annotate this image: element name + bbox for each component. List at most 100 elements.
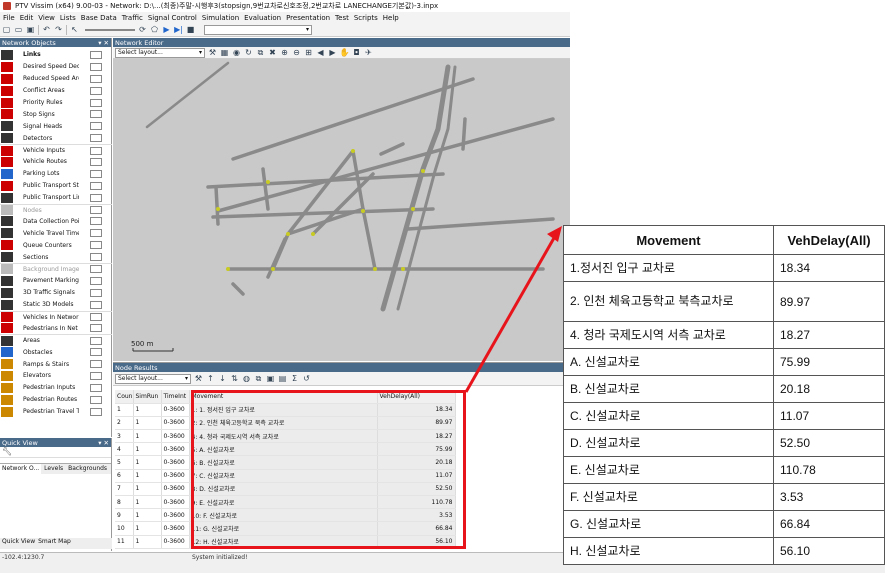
step-icon[interactable]: ▶|: [174, 25, 183, 34]
style-swatch[interactable]: [90, 336, 102, 345]
style-swatch[interactable]: [90, 360, 102, 369]
camera-icon[interactable]: ◘: [352, 48, 361, 57]
style-swatch[interactable]: [90, 206, 102, 215]
network-object-public-transport-lin[interactable]: Public Transport Lin: [0, 192, 112, 204]
menu-item-scripts[interactable]: Scripts: [354, 14, 378, 22]
sync-icon[interactable]: ↺: [302, 374, 311, 383]
layout-select[interactable]: Select layout... ▾: [115, 373, 191, 384]
style-swatch[interactable]: [90, 181, 102, 190]
airplane-icon[interactable]: ✈: [364, 48, 373, 57]
grid-icon[interactable]: ▦: [220, 48, 229, 57]
style-swatch[interactable]: [90, 371, 102, 380]
network-object-parking-lots[interactable]: Parking Lots: [0, 168, 112, 180]
network-object-pedestrian-travel-ti[interactable]: Pedestrian Travel Ti: [0, 406, 112, 418]
style-swatch[interactable]: [90, 193, 102, 202]
style-swatch[interactable]: [90, 253, 102, 262]
network-object-nodes[interactable]: Nodes: [0, 203, 112, 216]
network-object-3d-traffic-signals[interactable]: 3D Traffic Signals: [0, 287, 112, 299]
network-canvas[interactable]: 500 m: [113, 59, 570, 361]
menu-item-lists[interactable]: Lists: [60, 14, 76, 22]
network-object-signal-heads[interactable]: Signal Heads: [0, 120, 112, 132]
select-icon[interactable]: ↖: [70, 25, 79, 34]
delete-icon[interactable]: ✖: [268, 48, 277, 57]
menu-item-test[interactable]: Test: [335, 14, 349, 22]
style-swatch[interactable]: [90, 265, 102, 274]
network-object-pedestrian-inputs[interactable]: Pedestrian Inputs: [0, 382, 112, 394]
menu-item-help[interactable]: Help: [383, 14, 399, 22]
sort-descending-icon[interactable]: ↓: [218, 374, 227, 383]
network-object-elevators[interactable]: Elevators: [0, 370, 112, 382]
network-object-vehicle-travel-time[interactable]: Vehicle Travel Time: [0, 227, 112, 239]
network-object-background-image[interactable]: Background Image: [0, 263, 112, 275]
network-object-public-transport-st[interactable]: Public Transport St: [0, 180, 112, 192]
sort-ascending-icon[interactable]: ↑: [206, 374, 215, 383]
zoom-in-icon[interactable]: ⊕: [280, 48, 289, 57]
wrench-icon[interactable]: 🔧︎: [2, 447, 12, 456]
style-swatch[interactable]: [90, 169, 102, 178]
forward-icon[interactable]: ▶: [328, 48, 337, 57]
save-icon[interactable]: ▣: [266, 374, 275, 383]
style-swatch[interactable]: [90, 313, 102, 322]
network-object-areas[interactable]: Areas: [0, 334, 112, 346]
style-swatch[interactable]: [90, 324, 102, 333]
style-swatch[interactable]: [90, 395, 102, 404]
network-object-sections[interactable]: Sections: [0, 251, 112, 263]
menu-item-edit[interactable]: Edit: [20, 14, 34, 22]
style-swatch[interactable]: [90, 217, 102, 226]
database-icon[interactable]: ◍: [242, 374, 251, 383]
open-file-icon[interactable]: ▭: [14, 25, 23, 34]
network-object-vehicles-in-networ[interactable]: Vehicles In Networ: [0, 310, 112, 323]
style-swatch[interactable]: [90, 383, 102, 392]
play-icon[interactable]: ▶: [162, 25, 171, 34]
style-swatch[interactable]: [90, 288, 102, 297]
network-object-conflict-areas[interactable]: Conflict Areas: [0, 85, 112, 97]
network-object-vehicle-routes[interactable]: Vehicle Routes: [0, 156, 112, 168]
network-object-pavement-markings[interactable]: Pavement Markings: [0, 275, 112, 287]
menu-item-file[interactable]: File: [3, 14, 15, 22]
stop-icon[interactable]: ■: [186, 25, 195, 34]
export-icon[interactable]: ▤: [278, 374, 287, 383]
menu-item-presentation[interactable]: Presentation: [286, 14, 330, 22]
back-icon[interactable]: ◀: [316, 48, 325, 57]
network-object-pedestrian-routes[interactable]: Pedestrian Routes: [0, 394, 112, 406]
zoom-all-icon[interactable]: ⊞: [304, 48, 313, 57]
network-object-priority-rules[interactable]: Priority Rules: [0, 97, 112, 109]
3d-view-icon[interactable]: ⬠: [150, 25, 159, 34]
copy-icon[interactable]: ⧉: [254, 374, 263, 383]
refresh-icon[interactable]: ↻: [244, 48, 253, 57]
menu-item-traffic[interactable]: Traffic: [122, 14, 143, 22]
style-swatch[interactable]: [90, 300, 102, 309]
menu-item-simulation[interactable]: Simulation: [202, 14, 239, 22]
network-object-detectors[interactable]: Detectors: [0, 132, 112, 144]
rotate-icon[interactable]: ⟳: [138, 25, 147, 34]
sum-icon[interactable]: Σ: [290, 374, 299, 383]
network-object-pedestrians-in-net[interactable]: Pedestrians In Net: [0, 322, 112, 334]
layout-select[interactable]: Select layout... ▾: [115, 47, 205, 58]
network-object-vehicle-inputs[interactable]: Vehicle Inputs: [0, 144, 112, 156]
style-swatch[interactable]: [90, 110, 102, 119]
menu-item-view[interactable]: View: [38, 14, 55, 22]
network-object-links[interactable]: Links: [0, 49, 112, 61]
column-header[interactable]: TimeInt: [161, 390, 190, 404]
zoom-slider[interactable]: [85, 28, 135, 31]
tab-smart-map[interactable]: Smart Map: [38, 538, 71, 549]
menu-item-evaluation[interactable]: Evaluation: [244, 14, 281, 22]
network-object-data-collection-poi[interactable]: Data Collection Poi: [0, 215, 112, 227]
style-swatch[interactable]: [90, 407, 102, 416]
style-swatch[interactable]: [90, 229, 102, 238]
globe-icon[interactable]: ◉: [232, 48, 241, 57]
style-swatch[interactable]: [90, 276, 102, 285]
network-object-desired-speed-deci[interactable]: Desired Speed Deci: [0, 61, 112, 73]
style-swatch[interactable]: [90, 98, 102, 107]
style-swatch[interactable]: [90, 157, 102, 166]
copy-icon[interactable]: ⧉: [256, 48, 265, 57]
wrench-icon[interactable]: ⚒: [194, 374, 203, 383]
network-object-reduced-speed-are[interactable]: Reduced Speed Are: [0, 73, 112, 85]
new-file-icon[interactable]: ▢: [2, 25, 11, 34]
pan-icon[interactable]: ✋: [340, 48, 350, 57]
pin-close-icon[interactable]: ▾ ✕: [98, 39, 109, 47]
pin-close-icon[interactable]: ▾ ✕: [98, 439, 109, 447]
style-swatch[interactable]: [90, 122, 102, 131]
save-icon[interactable]: ▣: [26, 25, 35, 34]
style-swatch[interactable]: [90, 74, 102, 83]
